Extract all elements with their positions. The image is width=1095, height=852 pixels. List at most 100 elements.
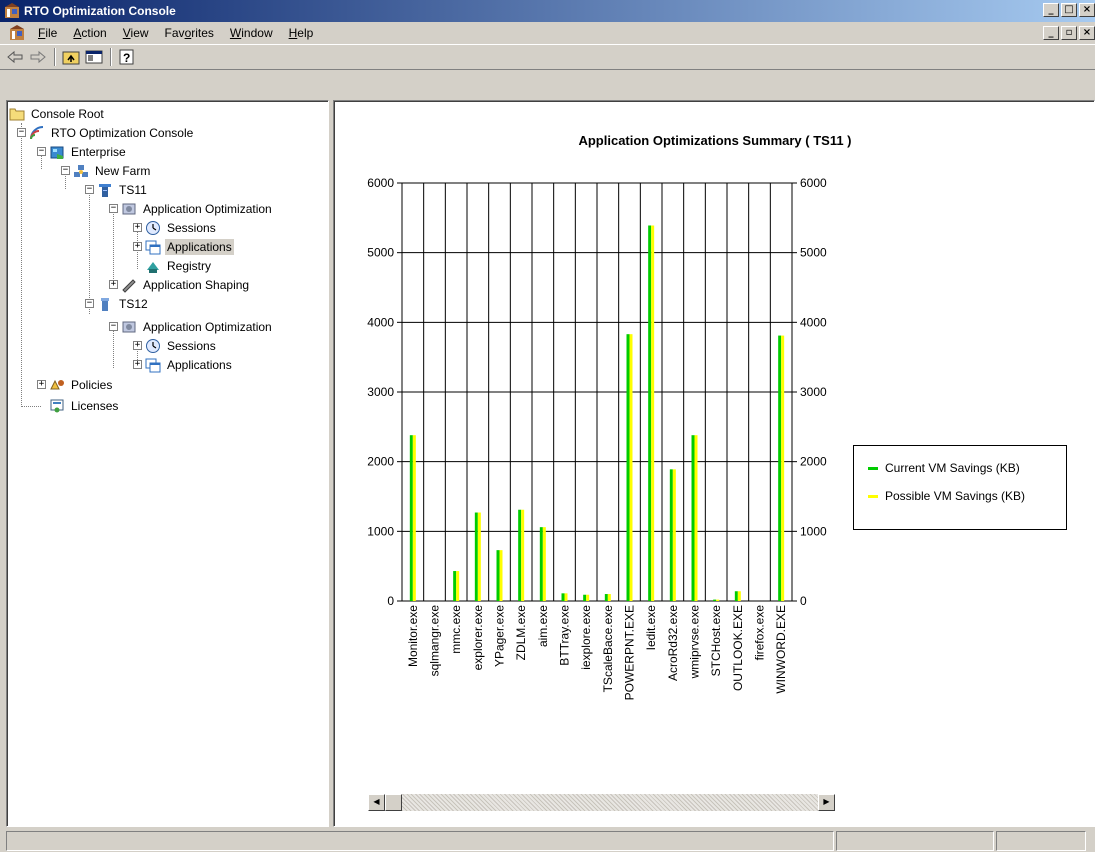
tree-node-console-root[interactable]: Console Root: [9, 104, 106, 123]
status-bar: [0, 829, 1095, 852]
expand-toggle[interactable]: +: [133, 341, 142, 350]
tree-node-ts11[interactable]: − TS11: [85, 180, 149, 199]
expand-toggle[interactable]: +: [37, 380, 46, 389]
console-tree-pane[interactable]: Console Root − RTO Optimization Console …: [6, 100, 329, 827]
bar-possible: [694, 435, 698, 601]
x-tick-label: STCHost.exe: [709, 605, 723, 677]
minimize-button[interactable]: _: [1043, 3, 1059, 17]
applications-icon: [145, 358, 161, 372]
collapse-toggle[interactable]: −: [61, 166, 70, 175]
legend-label-current: Current VM Savings (KB): [885, 461, 1020, 475]
menu-window-label: Window: [229, 26, 273, 40]
menu-favorites[interactable]: Favorites: [157, 26, 222, 40]
bar-current: [474, 512, 478, 601]
toolbar: ?: [0, 44, 1095, 70]
tree-node-sessions-ts12[interactable]: + Sessions: [133, 336, 218, 355]
toolbar-separator: [54, 48, 56, 66]
tree-node-registry-ts11[interactable]: Registry: [145, 256, 213, 275]
menu-view[interactable]: View: [115, 26, 157, 40]
bar-possible: [672, 469, 676, 601]
policies-icon: [50, 379, 64, 389]
collapse-toggle[interactable]: −: [17, 128, 26, 137]
app-optimization-icon: [122, 203, 136, 214]
tree-node-app-shaping[interactable]: + Application Shaping: [109, 275, 251, 294]
tree-node-sessions-ts11[interactable]: + Sessions: [133, 218, 218, 237]
bar-current: [453, 571, 457, 601]
x-tick-label: sqlmangr.exe: [428, 605, 442, 677]
expand-toggle[interactable]: +: [133, 242, 142, 251]
close-button[interactable]: ×: [1079, 3, 1095, 17]
sessions-icon: [146, 338, 160, 353]
menu-window[interactable]: Window: [222, 26, 281, 40]
menu-action-label: Action: [73, 26, 107, 40]
window-title: RTO Optimization Console: [24, 4, 176, 18]
tree-node-policies[interactable]: + Policies: [37, 375, 114, 394]
tree-node-label: Enterprise: [71, 144, 126, 159]
tree-node-label: Console Root: [31, 106, 104, 121]
show-hide-tree-button[interactable]: [83, 47, 105, 67]
back-arrow-icon: [7, 50, 23, 64]
collapse-toggle[interactable]: −: [109, 322, 118, 331]
bar-possible: [737, 591, 741, 601]
tree-node-licenses[interactable]: Licenses: [49, 396, 120, 415]
menu-action[interactable]: Action: [65, 26, 114, 40]
x-tick-label: Monitor.exe: [406, 605, 420, 667]
y-tick-label-right: 5000: [800, 246, 827, 260]
x-tick-label: BTTray.exe: [558, 605, 572, 666]
bar-current: [539, 527, 543, 601]
legend-item-possible: Possible VM Savings (KB): [868, 489, 1025, 503]
x-tick-label: aim.exe: [536, 605, 550, 647]
tree-node-app-optimization-ts12[interactable]: − Application Optimization: [109, 317, 274, 336]
help-button[interactable]: ?: [116, 47, 138, 67]
up-one-level-button[interactable]: [60, 47, 82, 67]
maximize-button[interactable]: □: [1061, 3, 1077, 17]
collapse-toggle[interactable]: −: [85, 185, 94, 194]
mdi-child-icon[interactable]: [8, 25, 26, 41]
scroll-thumb[interactable]: [385, 794, 402, 811]
tree-node-new-farm[interactable]: − New Farm: [61, 161, 152, 180]
bar-possible: [629, 334, 633, 601]
y-tick-label-left: 0: [387, 594, 394, 608]
status-cell-2: [836, 831, 994, 851]
collapse-toggle[interactable]: −: [85, 299, 94, 308]
mdi-restore-button[interactable]: ▫: [1061, 26, 1077, 40]
scroll-track[interactable]: [402, 794, 818, 811]
tree-node-label: Applications: [165, 238, 234, 255]
y-tick-label-right: 3000: [800, 385, 827, 399]
server-icon: [101, 297, 109, 311]
tree-connector: [21, 406, 41, 407]
x-tick-label: explorer.exe: [471, 605, 485, 671]
collapse-toggle[interactable]: −: [109, 204, 118, 213]
mdi-close-button[interactable]: ×: [1079, 26, 1095, 40]
menu-view-label: View: [122, 26, 149, 40]
bar-current: [583, 594, 587, 601]
menu-help[interactable]: Help: [281, 26, 322, 40]
x-tick-label: mmc.exe: [449, 605, 463, 654]
y-tick-label-left: 1000: [367, 524, 394, 538]
chart-horizontal-scrollbar[interactable]: ◀ ▶: [368, 794, 835, 811]
scroll-left-button[interactable]: ◀: [368, 794, 385, 811]
app-shaping-icon: [122, 278, 136, 293]
x-tick-label: iexplore.exe: [579, 605, 593, 670]
expand-toggle[interactable]: +: [133, 223, 142, 232]
forward-button[interactable]: [27, 47, 49, 67]
server-icon: [99, 183, 111, 197]
registry-icon: [147, 261, 159, 273]
bar-possible: [651, 225, 655, 601]
tree-node-enterprise[interactable]: − Enterprise: [37, 142, 128, 161]
tree-node-label: Licenses: [71, 398, 119, 413]
y-tick-label-right: 4000: [800, 315, 827, 329]
menu-file[interactable]: File: [30, 26, 65, 40]
tree-node-app-optimization-ts11[interactable]: − Application Optimization: [109, 199, 274, 218]
expand-toggle[interactable]: +: [109, 280, 118, 289]
back-button[interactable]: [4, 47, 26, 67]
scroll-right-button[interactable]: ▶: [818, 794, 835, 811]
tree-node-applications-ts11[interactable]: + Applications: [133, 237, 234, 256]
expand-toggle[interactable]: +: [133, 360, 142, 369]
tree-node-ts12[interactable]: − TS12: [85, 294, 150, 313]
toolbar-separator: [110, 48, 112, 66]
collapse-toggle[interactable]: −: [37, 147, 46, 156]
tree-node-rto-console[interactable]: − RTO Optimization Console: [17, 123, 195, 142]
mdi-minimize-button[interactable]: _: [1043, 26, 1059, 40]
tree-node-applications-ts12[interactable]: + Applications: [133, 355, 234, 374]
